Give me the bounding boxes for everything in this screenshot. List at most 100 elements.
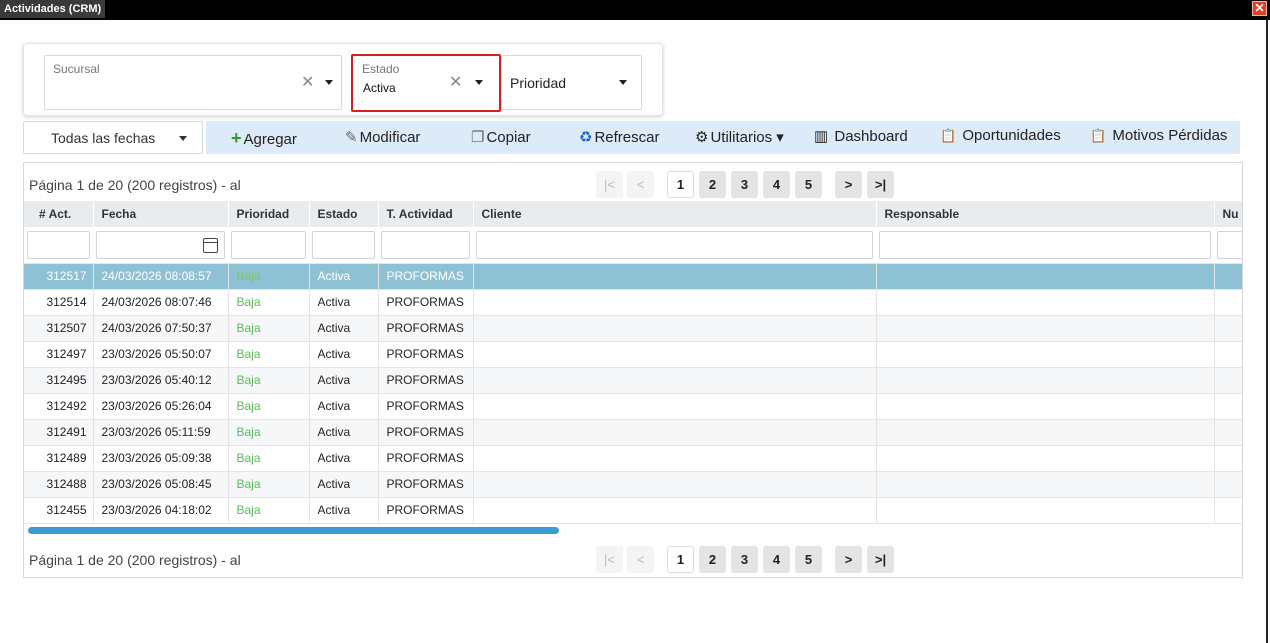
prioridad-chevron-down-icon[interactable] — [619, 80, 627, 85]
cell-fecha[interactable]: 23/03/2026 04:18:02 — [93, 497, 229, 524]
cell-estado[interactable]: Activa — [309, 367, 379, 394]
column-header-act[interactable]: # Act. — [24, 201, 94, 227]
prioridad-select[interactable]: Prioridad — [501, 55, 642, 110]
cell-act[interactable]: 312455 — [24, 497, 94, 524]
cell-estado[interactable]: Activa — [309, 445, 379, 472]
cell-estado[interactable]: Activa — [309, 341, 379, 368]
cell-fecha[interactable]: 23/03/2026 05:09:38 — [93, 445, 229, 472]
page-button-5[interactable]: 5 — [795, 546, 822, 573]
last-page-button[interactable]: >| — [867, 171, 894, 198]
page-button-5[interactable]: 5 — [795, 171, 822, 198]
cell-nu[interactable] — [1214, 497, 1242, 524]
cell-estado[interactable]: Activa — [309, 497, 379, 524]
cell-responsable[interactable] — [876, 341, 1215, 368]
cell-responsable[interactable] — [876, 315, 1215, 342]
page-button-4[interactable]: 4 — [763, 171, 790, 198]
cell-prioridad[interactable]: Baja — [228, 367, 310, 394]
cell-act[interactable]: 312491 — [24, 419, 94, 446]
next-page-button[interactable]: > — [835, 171, 862, 198]
page-button-2[interactable]: 2 — [699, 171, 726, 198]
first-page-button[interactable]: |< — [596, 171, 623, 198]
cell-cliente[interactable] — [473, 315, 877, 342]
column-header-responsable[interactable]: Responsable — [876, 201, 1215, 227]
cell-prioridad[interactable]: Baja — [228, 289, 310, 316]
cell-responsable[interactable] — [876, 393, 1215, 420]
page-button-4[interactable]: 4 — [763, 546, 790, 573]
cell-cliente[interactable] — [473, 471, 877, 498]
cell-responsable[interactable] — [876, 497, 1215, 524]
cell-act[interactable]: 312517 — [24, 263, 94, 290]
cell-act[interactable]: 312514 — [24, 289, 94, 316]
cell-prioridad[interactable]: Baja — [228, 471, 310, 498]
oportunidades-button[interactable]: 📋 Oportunidades — [940, 127, 1061, 144]
cell-tipo[interactable]: PROFORMAS — [378, 445, 474, 472]
cell-prioridad[interactable]: Baja — [228, 263, 310, 290]
cell-cliente[interactable] — [473, 393, 877, 420]
cell-cliente[interactable] — [473, 341, 877, 368]
table-row[interactable]: 312514 24/03/2026 08:07:46 Baja Activa PROFO… — [24, 289, 1242, 316]
page-button-3[interactable]: 3 — [731, 171, 758, 198]
table-row[interactable]: 312497 23/03/2026 05:50:07 Baja Activa PROFO… — [24, 341, 1242, 368]
page-button-2[interactable]: 2 — [699, 546, 726, 573]
cell-tipo[interactable]: PROFORMAS — [378, 341, 474, 368]
motivos-perdidas-button[interactable]: 📋 Motivos Pérdidas — [1090, 127, 1227, 144]
cell-tipo[interactable]: PROFORMAS — [378, 367, 474, 394]
column-header-tipo-actividad[interactable]: T. Actividad — [378, 201, 474, 227]
cell-cliente[interactable] — [473, 263, 877, 290]
cell-fecha[interactable]: 24/03/2026 08:08:57 — [93, 263, 229, 290]
close-icon[interactable]: ✕ — [1252, 1, 1267, 16]
date-filter-dropdown[interactable]: Todas las fechas — [23, 121, 203, 154]
table-row[interactable]: 312489 23/03/2026 05:09:38 Baja Activa PROFO… — [24, 445, 1242, 472]
cell-act[interactable]: 312488 — [24, 471, 94, 498]
cell-responsable[interactable] — [876, 263, 1215, 290]
prev-page-button[interactable]: < — [627, 171, 654, 198]
cell-fecha[interactable]: 24/03/2026 08:07:46 — [93, 289, 229, 316]
last-page-button[interactable]: >| — [867, 546, 894, 573]
cell-cliente[interactable] — [473, 497, 877, 524]
cell-prioridad[interactable]: Baja — [228, 419, 310, 446]
filter-input-tipo[interactable] — [381, 230, 470, 259]
filter-input-cliente[interactable] — [476, 230, 873, 259]
cell-estado[interactable]: Activa — [309, 289, 379, 316]
cell-fecha[interactable]: 23/03/2026 05:08:45 — [93, 471, 229, 498]
filter-input-prioridad[interactable] — [231, 230, 306, 259]
modificar-button[interactable]: ✎ Modificar — [345, 128, 420, 146]
cell-fecha[interactable]: 23/03/2026 05:50:07 — [93, 341, 229, 368]
cell-cliente[interactable] — [473, 419, 877, 446]
table-row[interactable]: 312455 23/03/2026 04:18:02 Baja Activa PROFO… — [24, 497, 1242, 524]
agregar-button[interactable]: + Agregar — [231, 128, 297, 149]
table-row[interactable]: 312495 23/03/2026 05:40:12 Baja Activa PROFO… — [24, 367, 1242, 394]
cell-responsable[interactable] — [876, 471, 1215, 498]
cell-nu[interactable] — [1214, 367, 1242, 394]
filter-input-fecha[interactable] — [96, 230, 225, 259]
cell-tipo[interactable]: PROFORMAS — [378, 471, 474, 498]
cell-nu[interactable] — [1214, 419, 1242, 446]
filter-input-responsable[interactable] — [879, 230, 1211, 259]
estado-clear-icon[interactable]: ✕ — [449, 72, 462, 92]
table-row[interactable]: 312492 23/03/2026 05:26:04 Baja Activa PROFO… — [24, 393, 1242, 420]
cell-tipo[interactable]: PROFORMAS — [378, 419, 474, 446]
cell-responsable[interactable] — [876, 289, 1215, 316]
cell-nu[interactable] — [1214, 393, 1242, 420]
column-header-prioridad[interactable]: Prioridad — [228, 201, 310, 227]
table-row[interactable]: 312517 24/03/2026 08:08:57 Baja Activa PROFO… — [24, 263, 1242, 290]
cell-responsable[interactable] — [876, 419, 1215, 446]
cell-estado[interactable]: Activa — [309, 393, 379, 420]
cell-nu[interactable] — [1214, 263, 1242, 290]
cell-prioridad[interactable]: Baja — [228, 341, 310, 368]
column-header-cliente[interactable]: Cliente — [473, 201, 877, 227]
cell-prioridad[interactable]: Baja — [228, 445, 310, 472]
cell-nu[interactable] — [1214, 471, 1242, 498]
refrescar-button[interactable]: ♻ Refrescar — [579, 128, 659, 146]
prev-page-button[interactable]: < — [627, 546, 654, 573]
sucursal-clear-icon[interactable]: ✕ — [301, 72, 314, 92]
cell-fecha[interactable]: 23/03/2026 05:11:59 — [93, 419, 229, 446]
cell-responsable[interactable] — [876, 445, 1215, 472]
cell-fecha[interactable]: 23/03/2026 05:40:12 — [93, 367, 229, 394]
filter-input-estado[interactable] — [312, 230, 375, 259]
cell-estado[interactable]: Activa — [309, 419, 379, 446]
estado-select[interactable]: Estado Activa ✕ — [351, 54, 501, 112]
cell-act[interactable]: 312495 — [24, 367, 94, 394]
page-button-3[interactable]: 3 — [731, 546, 758, 573]
cell-tipo[interactable]: PROFORMAS — [378, 497, 474, 524]
